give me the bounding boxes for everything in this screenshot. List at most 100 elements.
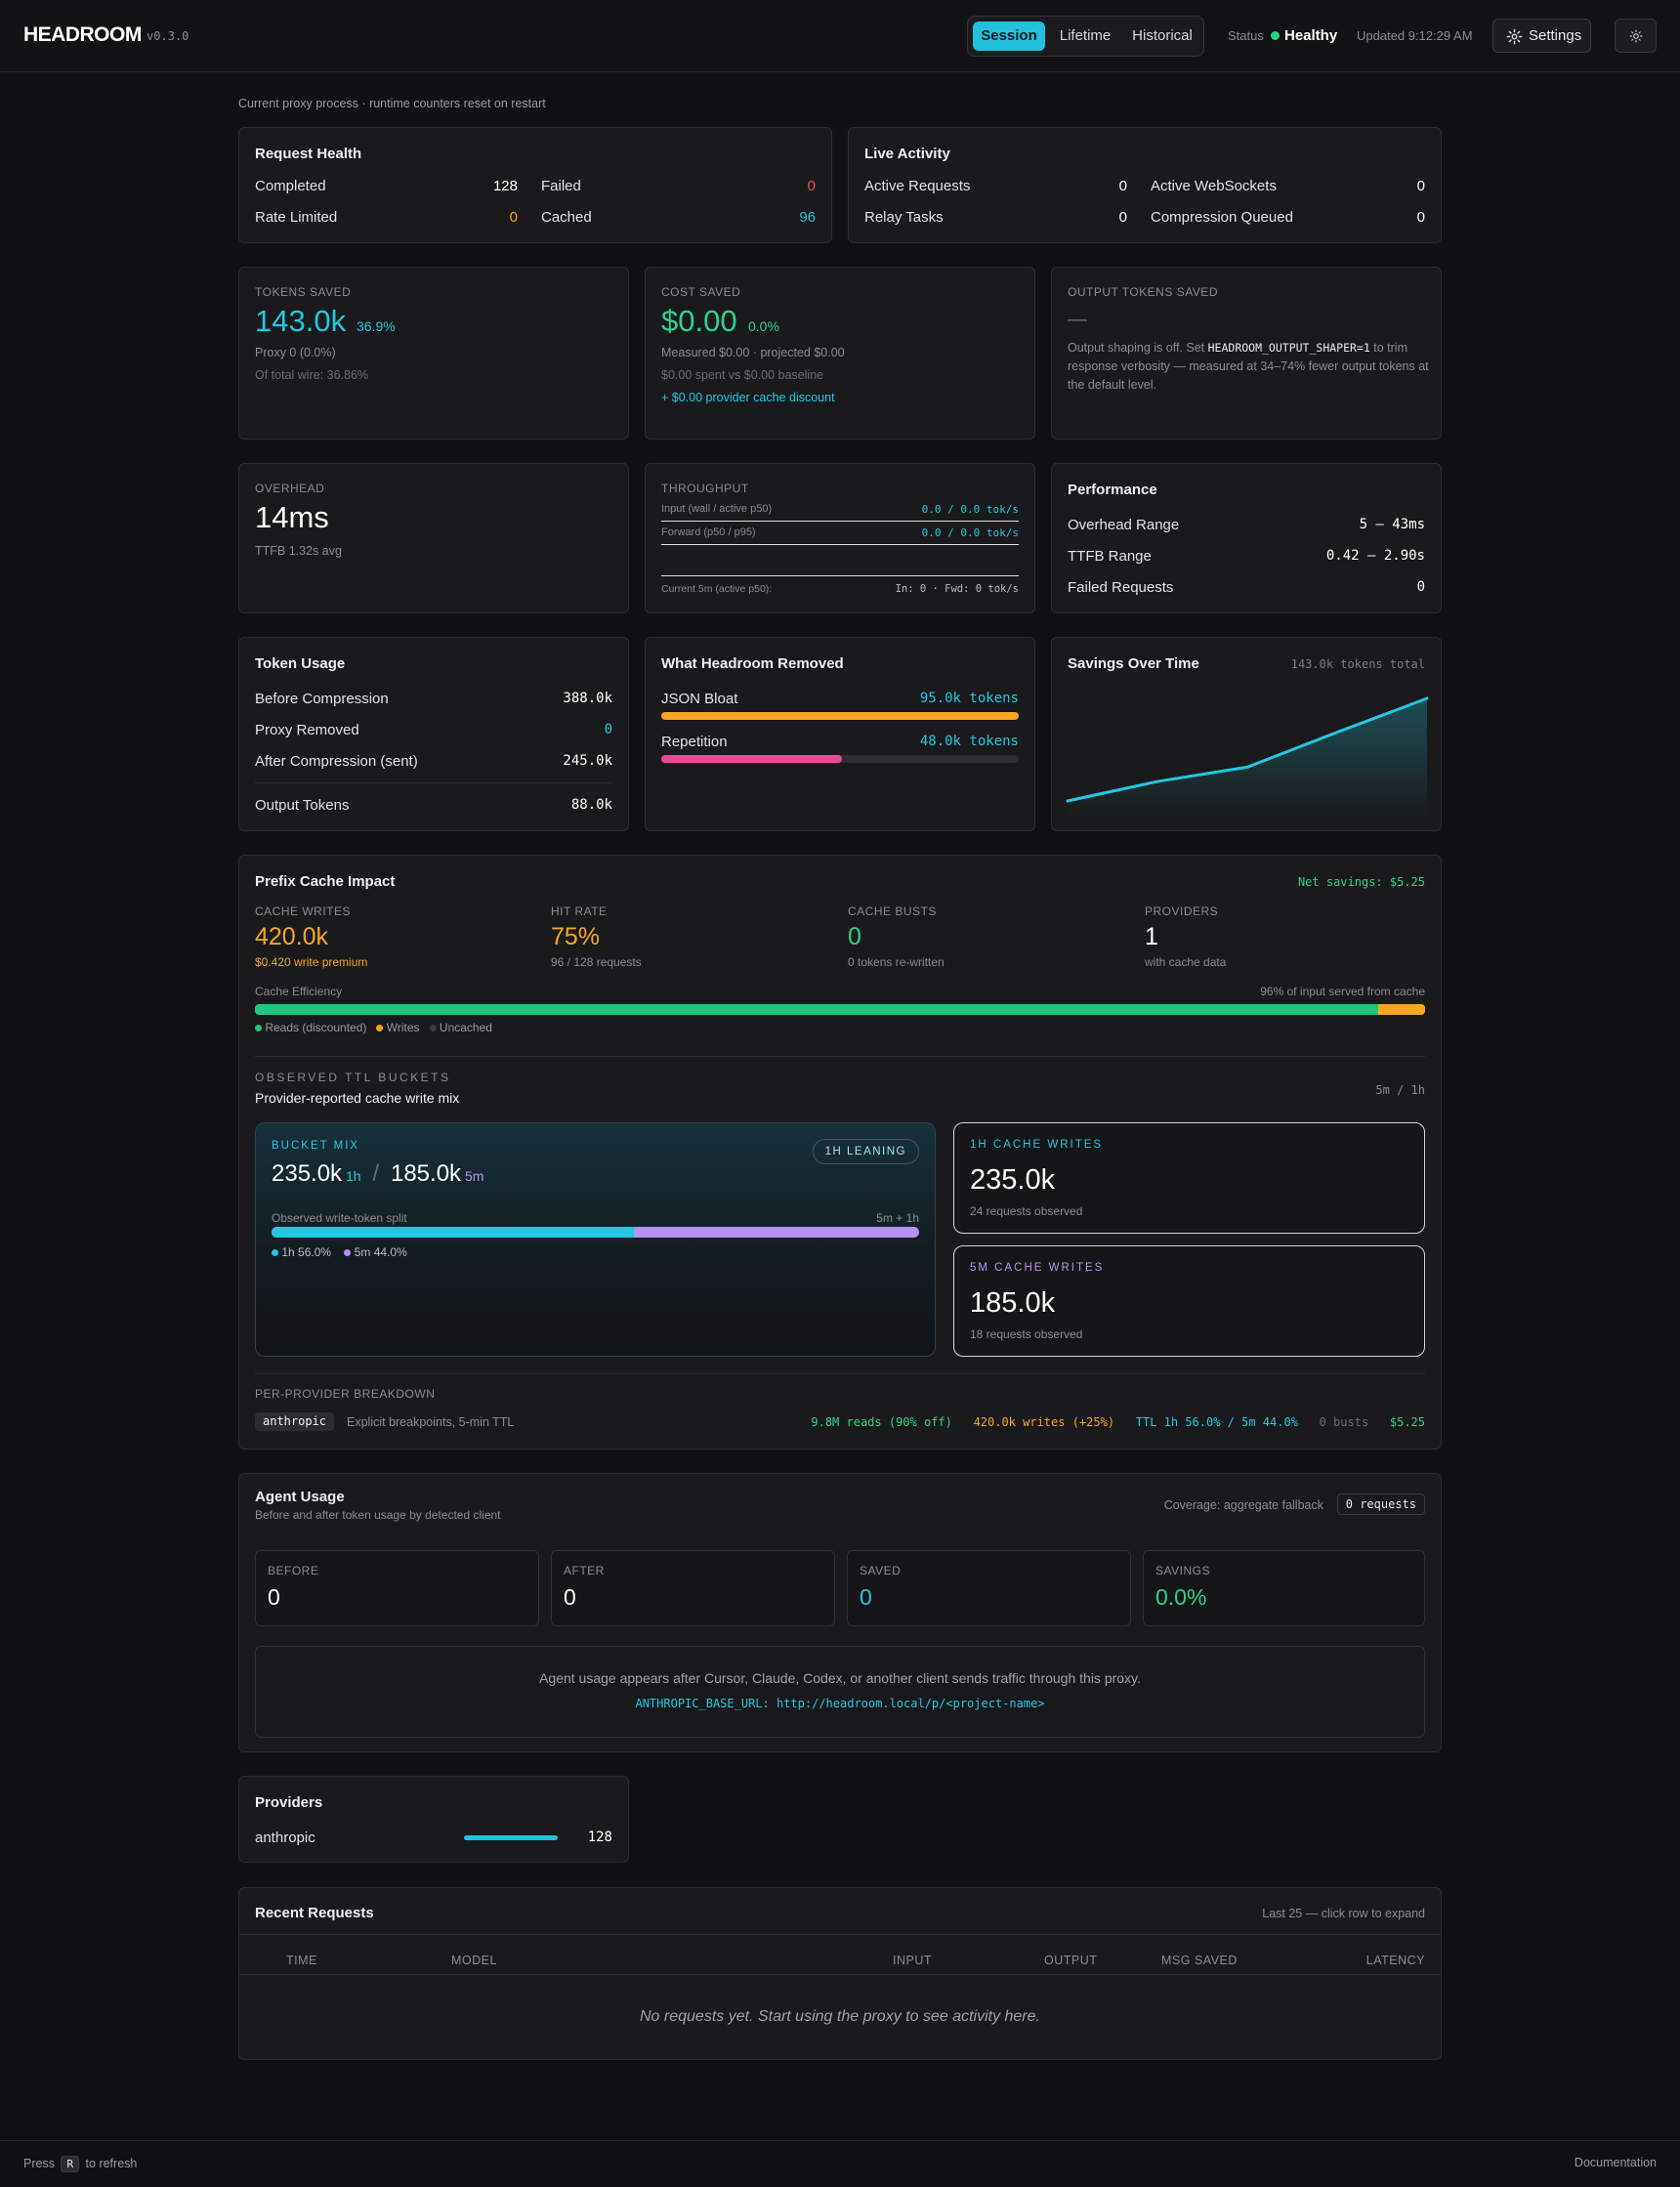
tokens-saved-card: TOKENS SAVED 143.0k 36.9% Proxy 0 (0.0%)…: [238, 267, 629, 440]
active-requests-label: Active Requests: [864, 178, 971, 194]
active-websockets-label: Active WebSockets: [1151, 178, 1277, 194]
compression-queued-label: Compression Queued: [1151, 209, 1293, 226]
legend-writes: Writes: [386, 1021, 420, 1034]
split-bar: [272, 1227, 919, 1238]
cache-writes-label: CACHE WRITES: [255, 904, 352, 918]
forward-value: 0.0 / 0.0 tok/s: [921, 526, 1019, 539]
ttl-subtitle: Provider-reported cache write mix: [255, 1090, 460, 1106]
legend-5m: 5m 44.0%: [354, 1245, 407, 1259]
after-value: 245.0k: [563, 753, 612, 769]
ttfb-avg: TTFB 1.32s avg: [255, 544, 342, 558]
col-output: OUTPUT: [1044, 1954, 1098, 1967]
before-label: Before Compression: [255, 691, 389, 707]
output-shaping-note: Output shaping is off. Set HEADROOM_OUTP…: [1068, 339, 1429, 395]
providers-value: 1: [1145, 923, 1158, 950]
tile-value: 0: [564, 1584, 576, 1610]
forward-label: Forward (p50 / p95): [661, 526, 756, 538]
request-health-card: Request Health Completed 128 Failed 0 Ra…: [238, 127, 832, 243]
bucket-5m-value: 185.0k: [390, 1160, 462, 1187]
provider-tag: anthropic: [255, 1412, 335, 1431]
efficiency-legend: Reads (discounted) Writes Uncached: [255, 1021, 492, 1034]
provider-bar-fill: [464, 1835, 558, 1840]
proxy-removed-value: 0: [604, 722, 612, 737]
legend-uncached: Uncached: [439, 1021, 492, 1034]
removed-item-value: 95.0k tokens: [919, 691, 1019, 706]
tab-historical[interactable]: Historical: [1124, 21, 1200, 51]
col-msg-saved: MSG SAVED: [1161, 1954, 1238, 1967]
prefix-cache-card: Prefix Cache Impact Net savings: $5.25 C…: [238, 855, 1442, 1450]
gear-icon: [1506, 28, 1523, 45]
bucket-mix-panel: BUCKET MIX 1H LEANING 235.0k 1h / 185.0k…: [255, 1122, 936, 1357]
card-title: Savings Over Time: [1068, 655, 1199, 672]
theme-toggle-button[interactable]: [1615, 19, 1657, 53]
agent-empty-state: Agent usage appears after Cursor, Claude…: [255, 1646, 1425, 1738]
updated-time: Updated 9:12:29 AM: [1357, 28, 1473, 43]
empty-message: Agent usage appears after Cursor, Claude…: [539, 1670, 1141, 1686]
divider: [255, 1056, 1425, 1057]
rate-limited-value: 0: [509, 209, 518, 226]
card-label: TOKENS SAVED: [255, 285, 352, 299]
1h-dot-icon: [272, 1249, 278, 1256]
cache-writes-value: 420.0k: [255, 923, 329, 950]
providers-card: Providers anthropic 128: [238, 1776, 629, 1863]
recent-requests-card: Recent Requests Last 25 — click row to e…: [238, 1887, 1442, 2060]
completed-value: 128: [492, 178, 518, 194]
wire-share: Of total wire: 36.86%: [255, 368, 369, 382]
split-1h-fill: [272, 1227, 635, 1238]
top-bar: HEADROOM v0.3.0 Session Lifetime Histori…: [0, 0, 1680, 72]
hit-rate-value: 75%: [551, 923, 601, 950]
cached-value: 96: [799, 209, 816, 226]
tab-session[interactable]: Session: [973, 21, 1045, 51]
efficiency-label: Cache Efficiency: [255, 985, 343, 998]
token-usage-card: Token Usage Before Compression 388.0k Pr…: [238, 637, 629, 831]
net-savings: Net savings: $5.25: [1297, 875, 1425, 889]
settings-button[interactable]: Settings: [1492, 19, 1591, 53]
provider-busts: 0 busts: [1319, 1415, 1369, 1429]
empty-message: No requests yet. Start using the proxy t…: [640, 2008, 1040, 2025]
col-input: INPUT: [893, 1954, 932, 1967]
cache-busts-value: 0: [848, 923, 861, 950]
1h-writes-value: 235.0k: [970, 1164, 1056, 1196]
coverage-note: Coverage: aggregate fallback: [1163, 1498, 1323, 1512]
col-model: MODEL: [451, 1954, 497, 1967]
failed-requests-value: 0: [1416, 579, 1425, 595]
providers-label: PROVIDERS: [1145, 904, 1219, 918]
card-title: Request Health: [255, 146, 362, 162]
leaning-badge: 1H LEANING: [812, 1139, 919, 1164]
card-title: Live Activity: [864, 146, 950, 162]
divider: [661, 575, 1019, 576]
agent-subtitle: Before and after token usage by detected…: [255, 1508, 501, 1522]
bucket-mix-label: BUCKET MIX: [272, 1140, 360, 1152]
5m-writes-label: 5M CACHE WRITES: [970, 1262, 1105, 1274]
per-provider-label: PER-PROVIDER BREAKDOWN: [255, 1387, 436, 1401]
removed-item-label: JSON Bloat: [661, 691, 738, 707]
before-value: 388.0k: [563, 691, 612, 706]
hit-rate-sub: 96 / 128 requests: [551, 955, 642, 969]
provider-count: 128: [587, 1830, 612, 1845]
card-label: OUTPUT TOKENS SAVED: [1068, 285, 1218, 299]
5m-writes-panel: 5M CACHE WRITES 185.0k 18 requests obser…: [953, 1245, 1425, 1357]
tab-lifetime[interactable]: Lifetime: [1050, 21, 1120, 51]
tile-label: BEFORE: [268, 1564, 319, 1577]
5m-writes-value: 185.0k: [970, 1287, 1056, 1319]
recent-hint: Last 25 — click row to expand: [1262, 1907, 1425, 1920]
divider: [255, 782, 612, 783]
input-value: 0.0 / 0.0 tok/s: [921, 503, 1019, 516]
agent-savings-tile: SAVINGS 0.0%: [1143, 1550, 1425, 1626]
tokens-saved-pct: 36.9%: [357, 318, 396, 334]
rate-limited-label: Rate Limited: [255, 209, 338, 226]
overhead-card: OVERHEAD 14ms TTFB 1.32s avg: [238, 463, 629, 613]
savings-total: 143.0k tokens total: [1290, 657, 1425, 671]
documentation-link[interactable]: Documentation: [1575, 2156, 1657, 2169]
ttfb-range-label: TTFB Range: [1068, 548, 1152, 565]
app-logo: HEADROOM: [23, 23, 142, 46]
cache-busts-sub: 0 tokens re-written: [848, 955, 945, 969]
efficiency-reads-fill: [255, 1004, 1379, 1015]
divider: [239, 1934, 1441, 1935]
uncached-dot-icon: [429, 1025, 437, 1031]
card-title: What Headroom Removed: [661, 655, 844, 672]
current-value: In: 0 · Fwd: 0 tok/s: [895, 583, 1019, 595]
provider-bar-track: [464, 1835, 558, 1840]
col-time: TIME: [286, 1954, 317, 1967]
card-title: Recent Requests: [255, 1905, 374, 1921]
